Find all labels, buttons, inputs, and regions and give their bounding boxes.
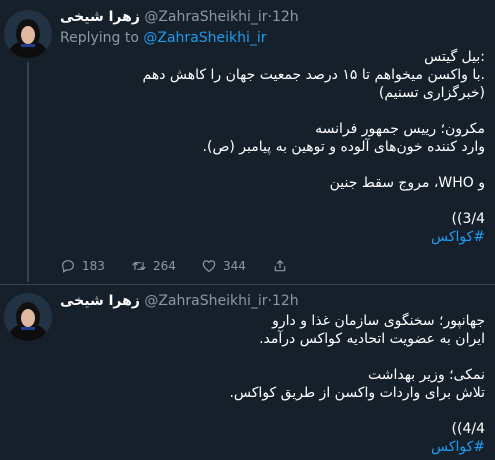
avatar[interactable] xyxy=(4,10,52,58)
tweet-line: ایران به عضویت اتحادیه کواکس درآمد. xyxy=(259,331,485,347)
tweet-text: جهانپور؛ سخنگوی سازمان غذا و دارو ایران … xyxy=(60,312,485,456)
tweet-text: :بیل گیتس .با واکسن میخواهم تا ۱۵ درصد ج… xyxy=(60,48,485,246)
hashtag-link[interactable]: #کواکس xyxy=(60,438,485,456)
hashtag-link[interactable]: #کواکس xyxy=(60,228,485,246)
tweet-header: زهرا شیخی @ZahraSheikhi_ir·12h xyxy=(60,291,485,311)
tweet-actions: 183 264 344 xyxy=(56,256,476,276)
like-count: 344 xyxy=(223,259,246,273)
share-icon xyxy=(274,260,286,272)
replying-to-label: Replying to xyxy=(60,30,144,46)
heart-icon xyxy=(202,260,216,272)
retweet-icon xyxy=(132,262,146,270)
tweet-header: زهرا شیخی @ZahraSheikhi_ir·12h xyxy=(60,7,485,27)
tweet-3-of-4[interactable]: زهرا شیخی @ZahraSheikhi_ir·12h Replying … xyxy=(0,0,495,285)
tweet-line: جهانپور؛ سخنگوی سازمان غذا و دارو xyxy=(272,313,485,329)
tweet-line: (خبرگزاری تسنیم) xyxy=(378,85,485,101)
display-name[interactable]: زهرا شیخی xyxy=(60,9,140,25)
tweet-4-of-4[interactable]: زهرا شیخی @ZahraSheikhi_ir·12h جهانپور؛ … xyxy=(0,285,495,460)
reply-button[interactable]: 183 xyxy=(60,256,105,276)
reply-count: 183 xyxy=(82,259,105,273)
user-handle[interactable]: @ZahraSheikhi_ir xyxy=(144,293,267,309)
timestamp[interactable]: 12h xyxy=(272,293,299,309)
avatar-image xyxy=(4,10,52,58)
tweet-line: مکرون؛ رییس جمهور فرانسه xyxy=(315,121,485,137)
avatar[interactable] xyxy=(4,293,52,341)
tweet-line: نمکی؛ وزیر بهداشت xyxy=(368,367,485,383)
thread-counter: 3/4)) xyxy=(451,211,485,227)
retweet-button[interactable]: 264 xyxy=(131,256,176,276)
thread-counter: 4/4)) xyxy=(451,421,485,437)
retweet-count: 264 xyxy=(153,259,176,273)
user-handle[interactable]: @ZahraSheikhi_ir xyxy=(144,9,267,25)
like-button[interactable]: 344 xyxy=(201,256,246,276)
share-button[interactable] xyxy=(272,256,294,276)
timestamp[interactable]: 12h xyxy=(272,9,299,25)
reply-icon xyxy=(62,260,74,273)
tweet-line: :بیل گیتس xyxy=(424,49,485,65)
display-name[interactable]: زهرا شیخی xyxy=(60,293,140,309)
replying-to: Replying to @ZahraSheikhi_ir xyxy=(60,29,267,47)
tweet-line: و WHO، مروج سقط جنین xyxy=(329,175,485,191)
tweet-line: تلاش برای واردات واکسن از طریق کواکس. xyxy=(229,385,485,401)
tweet-line: .با واکسن میخواهم تا ۱۵ درصد جمعیت جهان … xyxy=(142,67,485,83)
avatar-image xyxy=(4,293,52,341)
tweet-line: وارد کننده خون‌های آلوده و توهین به پیام… xyxy=(202,139,485,155)
replying-to-mention[interactable]: @ZahraSheikhi_ir xyxy=(143,30,266,46)
thread-connector-line xyxy=(27,62,29,282)
